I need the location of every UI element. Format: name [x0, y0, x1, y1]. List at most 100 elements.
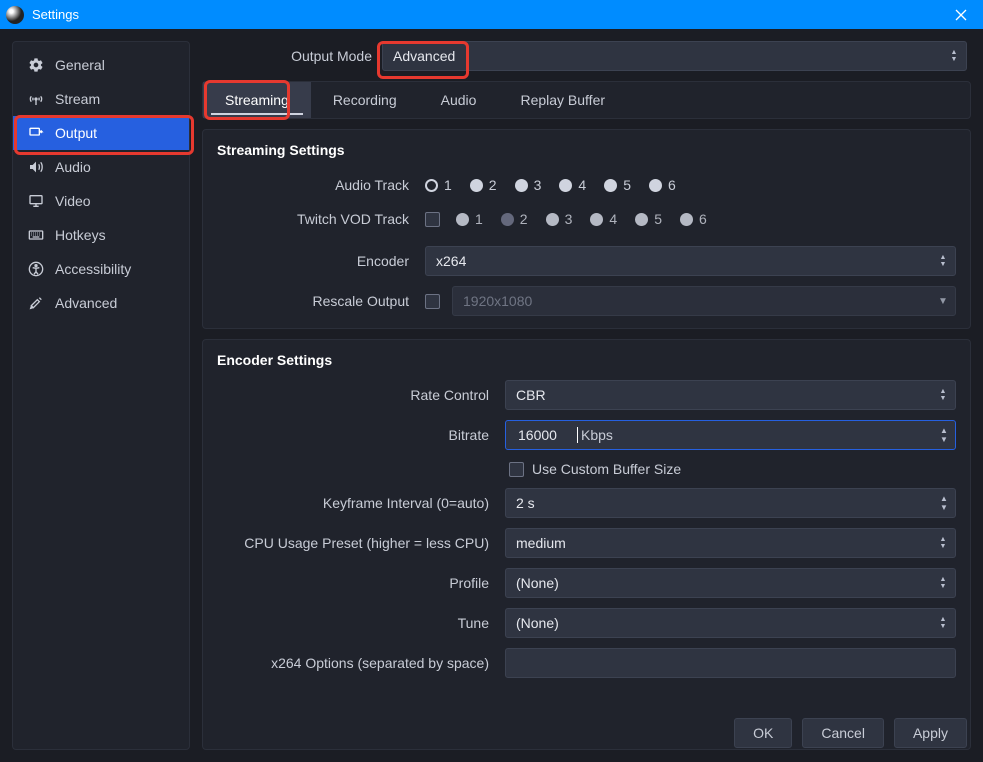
- apply-button[interactable]: Apply: [894, 718, 967, 748]
- radio-icon: [546, 213, 559, 226]
- audio-track-2[interactable]: 2: [470, 177, 497, 193]
- cpu-preset-label: CPU Usage Preset (higher = less CPU): [217, 535, 497, 551]
- main-panel: Output Mode Advanced ▲▼ Streaming Record…: [202, 41, 971, 750]
- monitor-icon: [27, 193, 45, 209]
- sidebar-item-label: Video: [55, 193, 91, 209]
- chevron-down-icon: ▼: [933, 289, 953, 313]
- radio-icon: [590, 213, 603, 226]
- custom-buffer-row: Use Custom Buffer Size: [217, 452, 956, 486]
- sidebar-item-output[interactable]: Output: [13, 116, 189, 150]
- encoder-settings-heading: Encoder Settings: [217, 352, 956, 368]
- rescale-label: Rescale Output: [217, 293, 417, 309]
- bitrate-row: Bitrate Kbps ▲▼: [217, 418, 956, 452]
- radio-icon: [501, 213, 514, 226]
- profile-select[interactable]: (None) ▲▼: [505, 568, 956, 598]
- vod-track-2[interactable]: 2: [501, 211, 528, 227]
- vod-track-3[interactable]: 3: [546, 211, 573, 227]
- vod-track-6[interactable]: 6: [680, 211, 707, 227]
- chevron-up-down-icon: ▲▼: [933, 249, 953, 273]
- tab-audio[interactable]: Audio: [419, 82, 499, 118]
- output-mode-row: Output Mode Advanced ▲▼: [202, 41, 971, 71]
- stepper-icon[interactable]: ▲▼: [935, 423, 953, 447]
- titlebar: Settings: [0, 0, 983, 29]
- close-icon: [955, 9, 967, 21]
- antenna-icon: [27, 91, 45, 107]
- vod-track-5[interactable]: 5: [635, 211, 662, 227]
- dialog-buttons: OK Cancel Apply: [734, 718, 967, 748]
- radio-icon: [680, 213, 693, 226]
- custom-buffer-checkbox-row[interactable]: Use Custom Buffer Size: [505, 461, 681, 477]
- output-tabs: Streaming Recording Audio Replay Buffer: [202, 81, 971, 119]
- chevron-up-down-icon: ▲▼: [933, 383, 953, 407]
- vod-track-label: Twitch VOD Track: [217, 211, 417, 227]
- vod-track-4[interactable]: 4: [590, 211, 617, 227]
- output-icon: [27, 125, 45, 141]
- encoder-row: Encoder x264 ▲▼: [217, 244, 956, 278]
- x264-opts-input[interactable]: [505, 648, 956, 678]
- radio-icon: [635, 213, 648, 226]
- output-mode-label: Output Mode: [202, 48, 382, 64]
- audio-track-1[interactable]: 1: [425, 177, 452, 193]
- cpu-preset-value: medium: [516, 535, 566, 551]
- rate-control-select[interactable]: CBR ▲▼: [505, 380, 956, 410]
- keyframe-row: Keyframe Interval (0=auto) 2 s ▲▼: [217, 486, 956, 520]
- tab-recording[interactable]: Recording: [311, 82, 419, 118]
- vod-track-checkbox[interactable]: [425, 212, 440, 227]
- sidebar: General Stream Output Audio Video: [12, 41, 190, 750]
- audio-track-6[interactable]: 6: [649, 177, 676, 193]
- stepper-icon[interactable]: ▲▼: [935, 491, 953, 515]
- sidebar-item-general[interactable]: General: [13, 48, 189, 82]
- profile-row: Profile (None) ▲▼: [217, 566, 956, 600]
- output-mode-select[interactable]: Advanced ▲▼: [382, 41, 967, 71]
- tab-streaming[interactable]: Streaming: [203, 82, 311, 118]
- sidebar-item-video[interactable]: Video: [13, 184, 189, 218]
- tab-replay-buffer[interactable]: Replay Buffer: [498, 82, 627, 118]
- tune-select[interactable]: (None) ▲▼: [505, 608, 956, 638]
- vod-track-radios: 1 2 3 4 5 6: [456, 211, 707, 227]
- cpu-preset-row: CPU Usage Preset (higher = less CPU) med…: [217, 526, 956, 560]
- tools-icon: [27, 295, 45, 311]
- keyboard-icon: [27, 227, 45, 243]
- chevron-up-down-icon: ▲▼: [944, 44, 964, 68]
- tune-row: Tune (None) ▲▼: [217, 606, 956, 640]
- radio-icon: [649, 179, 662, 192]
- keyframe-input[interactable]: 2 s ▲▼: [505, 488, 956, 518]
- custom-buffer-checkbox[interactable]: [509, 462, 524, 477]
- bitrate-value[interactable]: [516, 426, 576, 444]
- sidebar-item-accessibility[interactable]: Accessibility: [13, 252, 189, 286]
- sidebar-item-stream[interactable]: Stream: [13, 82, 189, 116]
- radio-icon: [559, 179, 572, 192]
- audio-track-radios: 1 2 3 4 5 6: [425, 177, 676, 193]
- vod-track-1[interactable]: 1: [456, 211, 483, 227]
- sidebar-item-hotkeys[interactable]: Hotkeys: [13, 218, 189, 252]
- obs-logo: [6, 6, 24, 24]
- ok-button[interactable]: OK: [734, 718, 792, 748]
- chevron-up-down-icon: ▲▼: [933, 611, 953, 635]
- rescale-value: 1920x1080: [463, 293, 532, 309]
- rescale-checkbox[interactable]: [425, 294, 440, 309]
- audio-track-label: Audio Track: [217, 177, 417, 193]
- sidebar-item-label: General: [55, 57, 105, 73]
- sidebar-item-label: Hotkeys: [55, 227, 106, 243]
- encoder-select[interactable]: x264 ▲▼: [425, 246, 956, 276]
- tune-label: Tune: [217, 615, 497, 631]
- audio-track-4[interactable]: 4: [559, 177, 586, 193]
- cancel-button[interactable]: Cancel: [802, 718, 884, 748]
- audio-track-3[interactable]: 3: [515, 177, 542, 193]
- bitrate-unit: Kbps: [581, 427, 613, 443]
- bitrate-input[interactable]: Kbps ▲▼: [505, 420, 956, 450]
- cpu-preset-select[interactable]: medium ▲▼: [505, 528, 956, 558]
- rescale-select[interactable]: 1920x1080 ▼: [452, 286, 956, 316]
- audio-track-5[interactable]: 5: [604, 177, 631, 193]
- sidebar-item-advanced[interactable]: Advanced: [13, 286, 189, 320]
- rescale-row: Rescale Output 1920x1080 ▼: [217, 284, 956, 318]
- close-button[interactable]: [945, 1, 977, 29]
- rate-control-value: CBR: [516, 387, 546, 403]
- sidebar-item-label: Accessibility: [55, 261, 131, 277]
- sidebar-item-audio[interactable]: Audio: [13, 150, 189, 184]
- keyframe-label: Keyframe Interval (0=auto): [217, 495, 497, 511]
- sidebar-item-label: Stream: [55, 91, 100, 107]
- keyframe-value: 2 s: [516, 495, 535, 511]
- radio-icon: [456, 213, 469, 226]
- sidebar-item-label: Output: [55, 125, 97, 141]
